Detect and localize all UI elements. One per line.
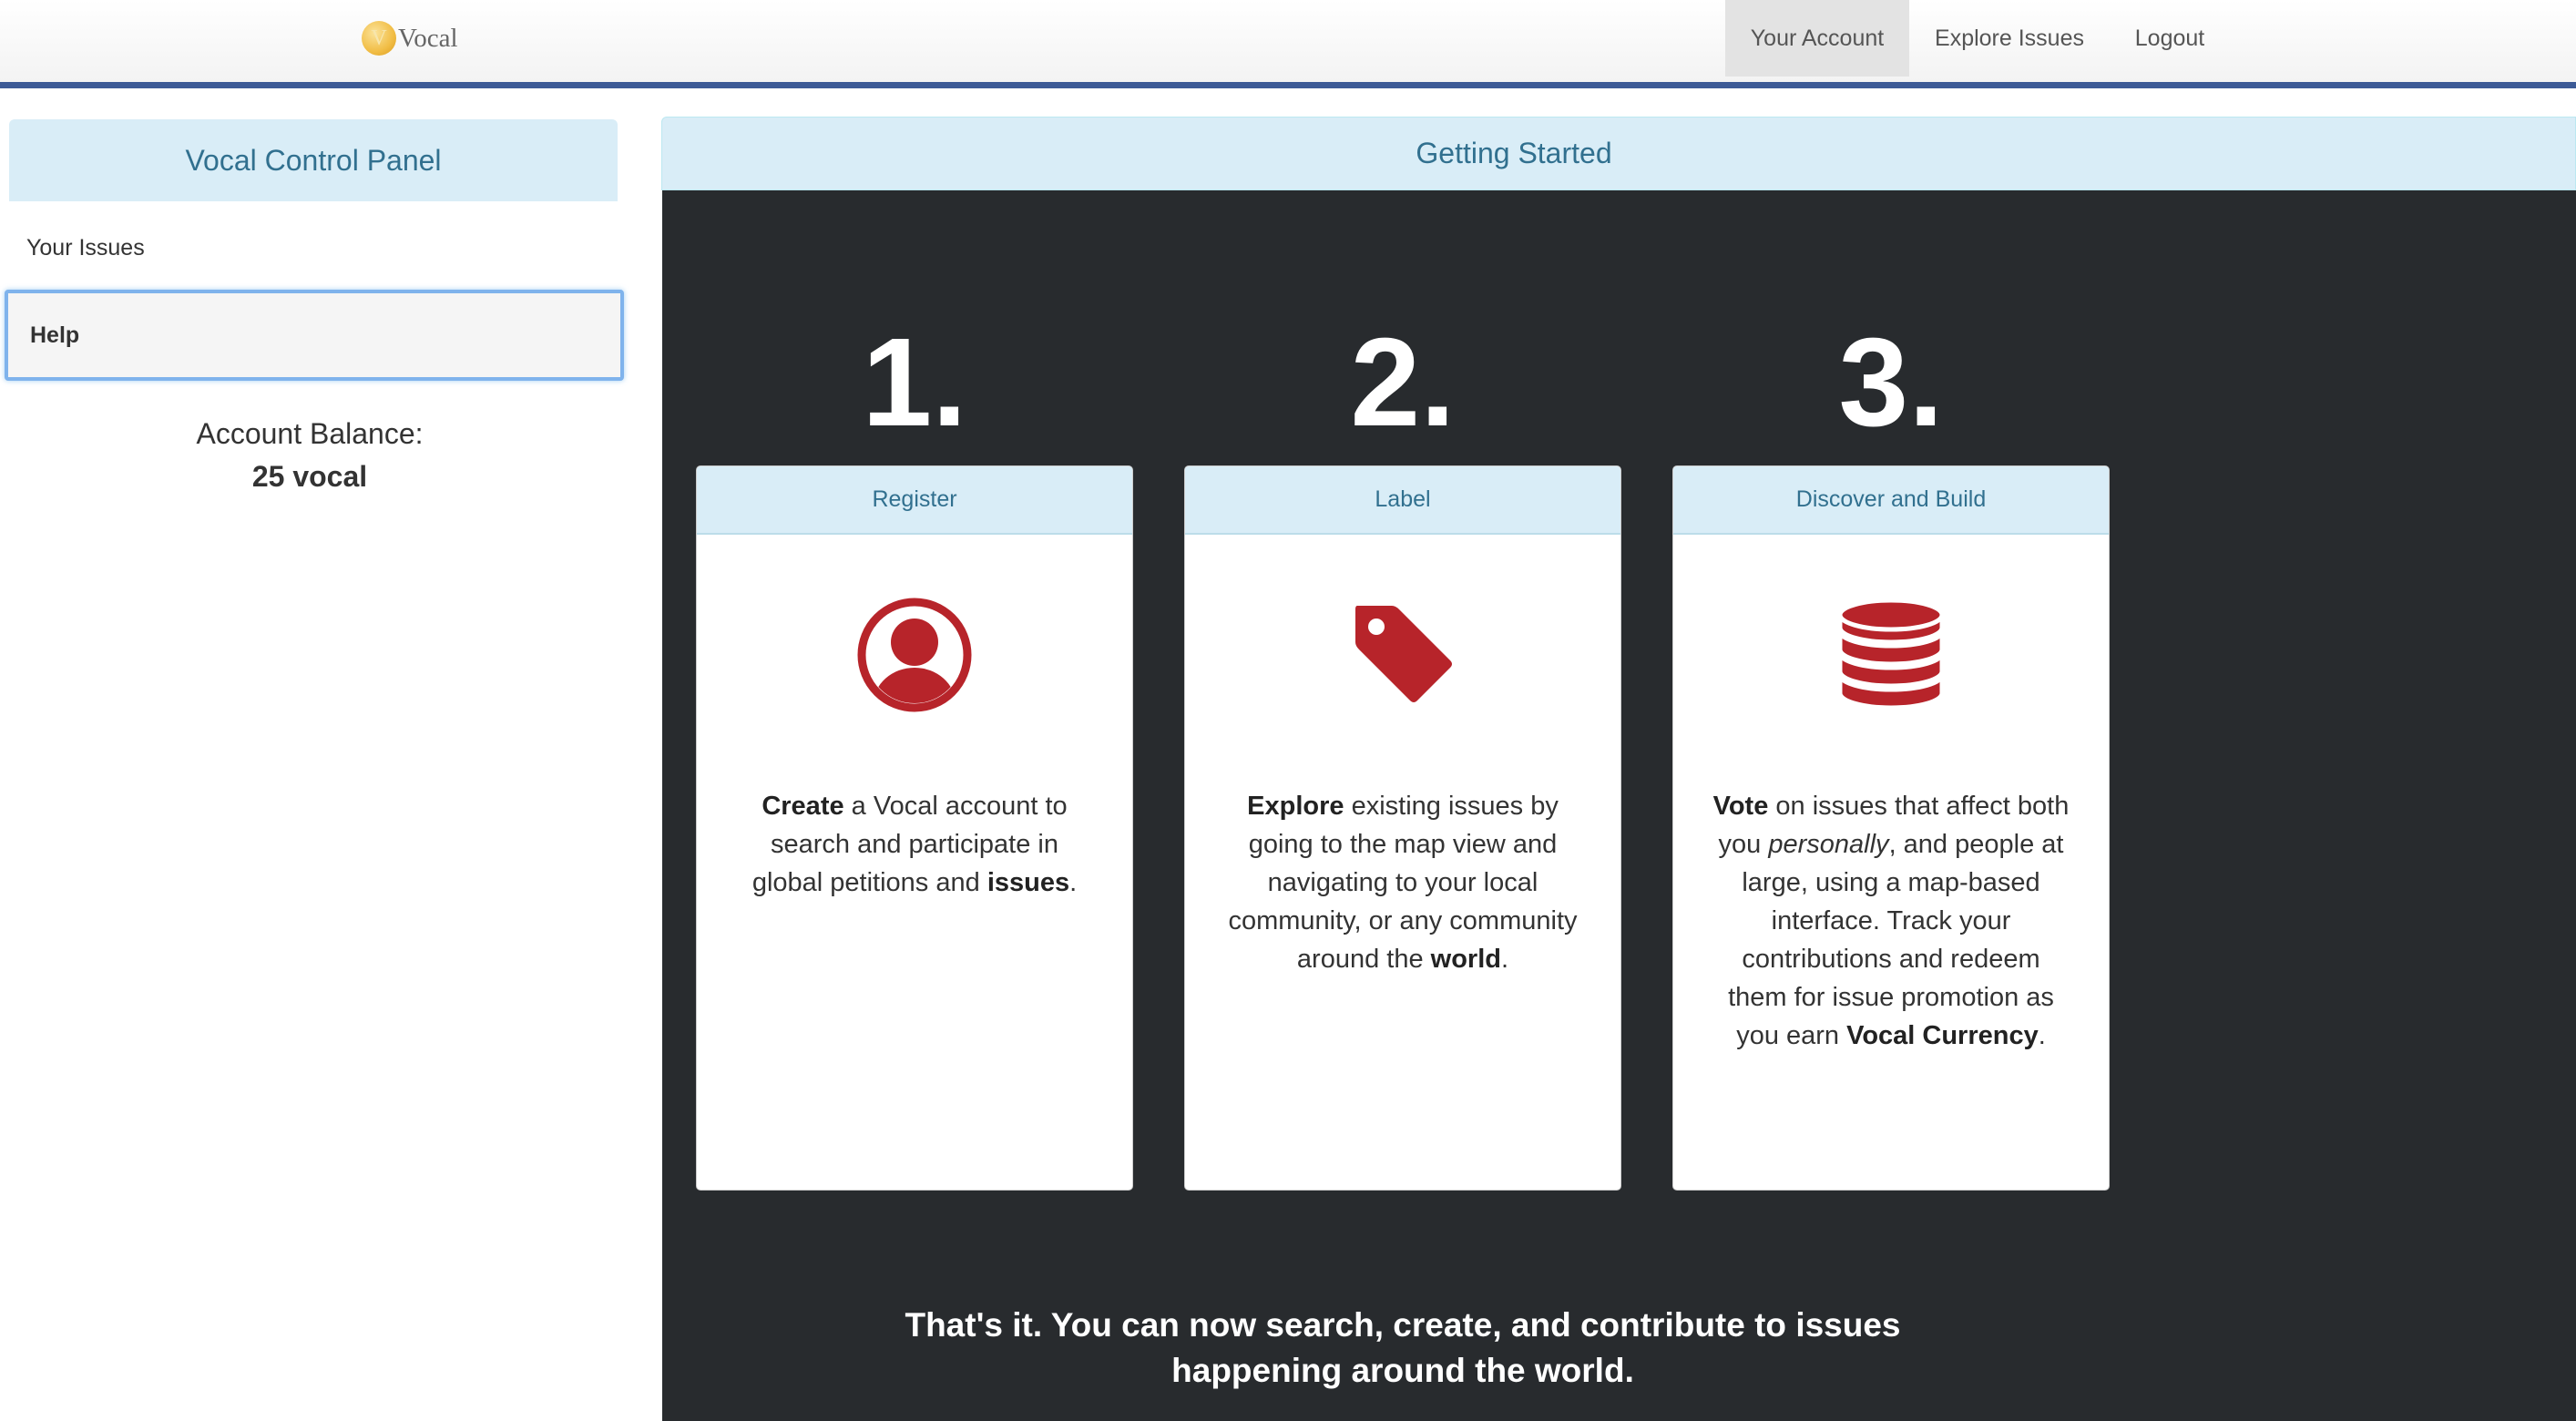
step-card-register: Register Create a Vocal account to searc… <box>696 465 1133 1191</box>
database-icon <box>1833 597 1949 718</box>
step-card-discover-and-build: Discover and Build Vote on issues that a… <box>1672 465 2110 1191</box>
text-run: issues <box>986 868 1070 897</box>
account-balance-label: Account Balance: <box>196 417 424 450</box>
card-description: Create a Vocal account to search and par… <box>733 787 1096 902</box>
text-run: Explore <box>1247 792 1344 821</box>
brand-name: Vocal <box>398 23 458 53</box>
brand-logo[interactable]: V Vocal <box>362 20 458 56</box>
sidebar-item-your-issues[interactable]: Your Issues <box>9 204 618 291</box>
tag-icon <box>1344 597 1461 718</box>
text-run: . <box>2038 1021 2046 1050</box>
nav-logout[interactable]: Logout <box>2113 0 2226 77</box>
nav-your-account[interactable]: Your Account <box>1725 0 1909 77</box>
getting-started-header: Getting Started <box>661 117 2576 190</box>
control-panel-title: Vocal Control Panel <box>9 119 618 201</box>
text-run: Vote <box>1712 792 1769 821</box>
step-number-2: 2. <box>1350 312 1456 453</box>
card-title: Discover and Build <box>1673 466 2109 535</box>
text-run: Vocal Currency <box>1846 1021 2039 1050</box>
page-title: Getting Started <box>1416 137 1612 169</box>
text-run: . <box>1501 945 1509 974</box>
card-title: Label <box>1185 466 1620 535</box>
top-navbar: V Vocal Your Account Explore Issues Logo… <box>0 0 2576 88</box>
card-title: Register <box>697 466 1132 535</box>
card-description: Vote on issues that affect both you pers… <box>1710 787 2072 1055</box>
nav-explore-issues[interactable]: Explore Issues <box>1918 0 2101 77</box>
step-card-label: Label Explore existing issues by going t… <box>1184 465 1621 1191</box>
account-balance-value: 25 vocal <box>251 460 368 493</box>
card-description: Explore existing issues by going to the … <box>1222 787 1584 978</box>
text-run: , and people at large, using a map-based… <box>1728 830 2064 1050</box>
vocal-coin-icon: V <box>362 21 396 56</box>
text-run: personally <box>1768 830 1889 859</box>
step-number-3: 3. <box>1838 312 1944 453</box>
text-run: world <box>1430 945 1501 974</box>
text-run: Create <box>762 792 844 821</box>
closing-message: That's it. You can now search, create, a… <box>905 1306 1901 1389</box>
user-circle-icon <box>856 597 973 718</box>
sidebar-item-help[interactable]: Help <box>5 290 624 381</box>
step-number-1: 1. <box>862 312 967 453</box>
text-run: . <box>1069 868 1078 897</box>
